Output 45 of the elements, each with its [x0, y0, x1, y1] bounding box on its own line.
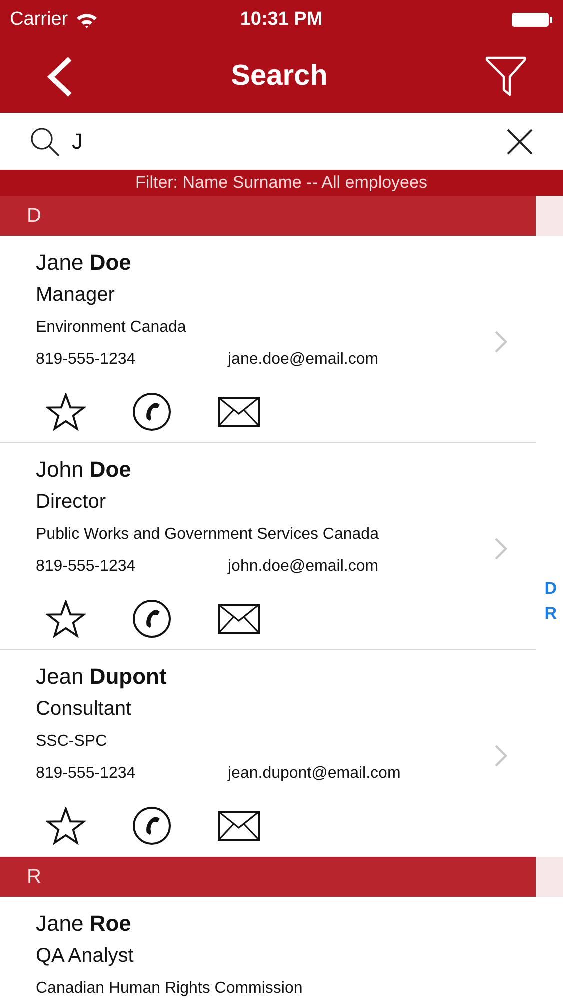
chevron-icon [494, 330, 508, 354]
email-address: john.doe@email.com [228, 557, 379, 577]
wifi-icon [76, 12, 98, 28]
mail-icon[interactable] [218, 604, 260, 634]
battery-icon [511, 12, 553, 28]
phone-number: 819-555-1234 [36, 351, 136, 368]
search-icon [30, 126, 60, 156]
carrier-label: Carrier [10, 9, 68, 31]
mail-icon[interactable] [218, 811, 260, 841]
mail-icon[interactable] [218, 397, 260, 427]
organization: SSC-SPC [36, 732, 108, 752]
contact-name: Jane Doe [36, 249, 132, 277]
star-icon[interactable] [46, 807, 86, 845]
contact-name: John Doe [36, 456, 132, 484]
phone-number: 819-555-1234 [36, 558, 136, 575]
job-title: QA Analyst [36, 944, 134, 969]
email-address: jane.doe@email.com [228, 350, 379, 370]
chevron-icon [494, 537, 508, 561]
star-icon[interactable] [46, 600, 86, 638]
job-title: Consultant [36, 697, 132, 722]
job-title: Manager [36, 283, 115, 308]
organization: Public Works and Government Services Canada [36, 525, 379, 545]
status-time: 10:31 PM [240, 9, 323, 31]
back-button[interactable] [46, 56, 74, 98]
section-letter: D [0, 196, 536, 236]
index-letter[interactable]: D [544, 576, 557, 601]
job-title: Director [36, 490, 106, 515]
contact-name: Jean Dupont [36, 663, 167, 691]
filter-icon[interactable] [484, 56, 527, 98]
phone-icon[interactable] [132, 806, 172, 846]
phone-icon[interactable] [132, 392, 172, 432]
contact-name: Jane Roe [36, 910, 132, 938]
organization: Environment Canada [36, 318, 186, 338]
index-letter[interactable]: R [544, 601, 557, 626]
chevron-icon [494, 744, 508, 768]
filter-banner: Filter: Name Surname -- All employees [0, 170, 563, 196]
phone-number: 819-555-1234 [36, 765, 136, 782]
star-icon[interactable] [46, 393, 86, 431]
search-field[interactable]: J [72, 124, 495, 158]
email-address: jean.dupont@email.com [228, 764, 401, 784]
phone-icon[interactable] [132, 599, 172, 639]
clear-button[interactable] [507, 128, 533, 154]
page-title: Search [231, 60, 328, 93]
organization: Canadian Human Rights Commission [36, 979, 303, 999]
section-letter: R [0, 857, 536, 897]
